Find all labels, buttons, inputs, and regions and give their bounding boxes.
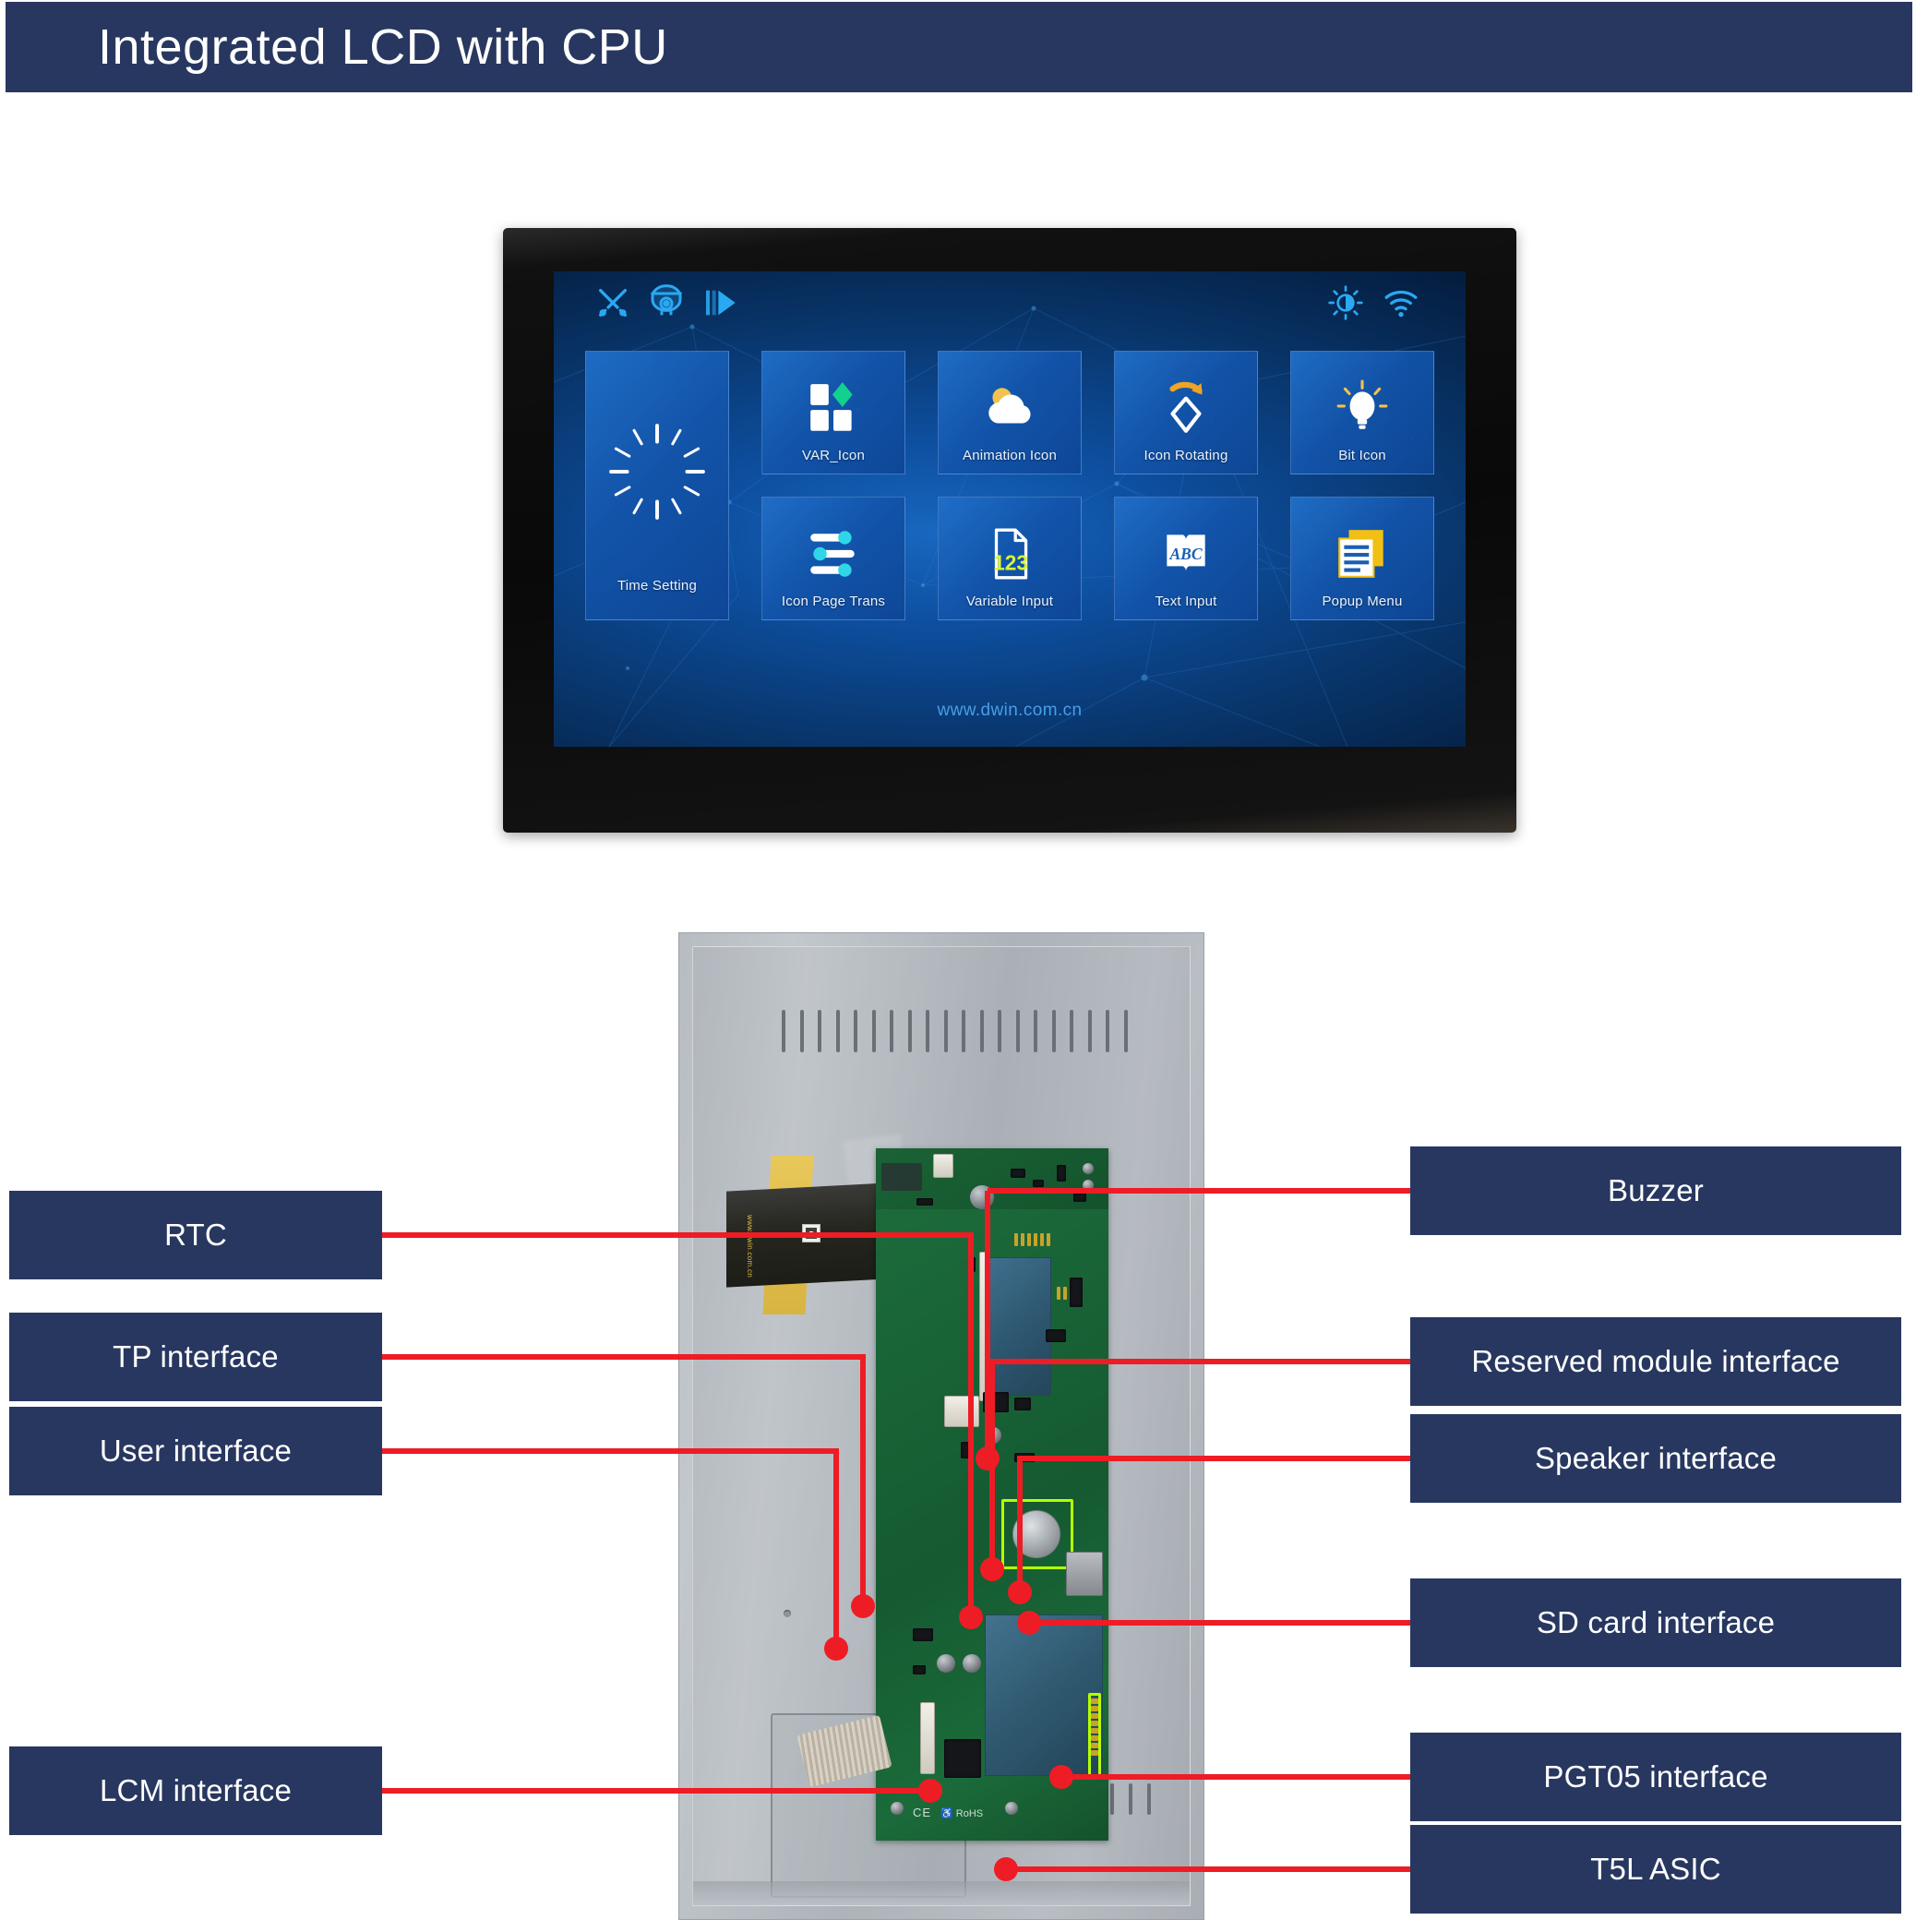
tile-label: Popup Menu: [1322, 594, 1403, 609]
tile-variable-input[interactable]: 123 Variable Input: [938, 497, 1082, 620]
title-banner: Integrated LCD with CPU: [6, 2, 1912, 92]
smd-chip: [1014, 1453, 1035, 1462]
smd-chip: [916, 1198, 933, 1206]
tile-grid: Time Setting VAR_Icon Animation Icon Ico…: [585, 351, 1434, 620]
tile-label: Bit Icon: [1338, 448, 1386, 463]
popup-list-icon: [1334, 525, 1391, 582]
label-sd-card-interface: SD card interface: [1410, 1578, 1901, 1667]
smd-chip: [913, 1665, 926, 1674]
squares-diamond-icon: [805, 379, 862, 437]
test-point: [1083, 1163, 1094, 1174]
panel-bottom-edge: [693, 1881, 1190, 1905]
numeric-page-icon: 123: [981, 525, 1038, 582]
tile-label: Variable Input: [965, 594, 1054, 609]
label-buzzer: Buzzer: [1410, 1146, 1901, 1235]
mounting-screw: [1005, 1802, 1018, 1815]
brightness-icon[interactable]: [1327, 284, 1364, 321]
gold-pads: [1014, 1233, 1050, 1246]
fpc-print-text: www.dwin.com.cn: [746, 1215, 754, 1278]
sliders-icon: [805, 525, 862, 582]
tile-label: Text Input: [1155, 594, 1217, 609]
tile-label: Animation Icon: [962, 448, 1058, 463]
test-point: [1083, 1180, 1094, 1191]
shield-can: [988, 1257, 1051, 1396]
play-next-icon[interactable]: [701, 284, 738, 321]
tile-label: Icon Rotating: [1144, 448, 1228, 463]
label-user-interface: User interface: [9, 1407, 382, 1495]
fpc-qr-code: [802, 1224, 820, 1242]
screw-hole: [784, 1610, 791, 1617]
label-reserved-module-interface: Reserved module interface: [1410, 1317, 1901, 1406]
rotating-diamond-icon: [1157, 379, 1215, 437]
inductor: [970, 1185, 994, 1209]
ventilation-slots: [782, 1010, 1128, 1052]
main-pcb: CE ♿ RoHS: [876, 1148, 1108, 1841]
tile-animation-icon[interactable]: Animation Icon: [938, 351, 1082, 474]
lcd-monitor: Time Setting VAR_Icon Animation Icon Ico…: [503, 228, 1516, 833]
jst-connector: [933, 1154, 953, 1178]
label-rtc: RTC: [9, 1191, 382, 1279]
smd-chip: [1073, 1193, 1086, 1202]
svg-text:ABC: ABC: [1168, 545, 1202, 563]
svg-text:123: 123: [993, 551, 1028, 575]
screen-watermark: www.dwin.com.cn: [937, 701, 1083, 720]
label-tp-interface: TP interface: [9, 1313, 382, 1401]
rtc-highlight-box: [1001, 1499, 1073, 1569]
tile-label: VAR_Icon: [801, 448, 866, 463]
tile-label: Icon Page Trans: [781, 594, 886, 609]
cloud-sun-icon: [981, 379, 1038, 437]
tile-icon-rotating[interactable]: Icon Rotating: [1114, 351, 1258, 474]
page-title: Integrated LCD with CPU: [98, 19, 668, 75]
pcb-pads: [881, 1163, 922, 1191]
sd-card-slot: [1066, 1552, 1103, 1596]
tile-bit-icon[interactable]: Bit Icon: [1290, 351, 1434, 474]
smd-chip: [961, 1442, 972, 1458]
label-lcm-interface: LCM interface: [9, 1746, 382, 1835]
label-pgt05-interface: PGT05 interface: [1410, 1733, 1901, 1821]
lcm-connector: [920, 1702, 935, 1774]
electrolytic-cap: [963, 1654, 981, 1673]
tile-popup-menu[interactable]: Popup Menu: [1290, 497, 1434, 620]
slide-root: Integrated LCD with CPU Time Setting VAR…: [0, 0, 1916, 1932]
smd-chip: [1014, 1398, 1031, 1410]
mounting-screw: [891, 1802, 904, 1815]
t5l-asic-shield: [985, 1614, 1103, 1776]
smd-chip: [913, 1628, 933, 1641]
electrolytic-cap: [937, 1654, 955, 1673]
tile-text-input[interactable]: ABC Text Input: [1114, 497, 1258, 620]
flash-chip: [944, 1739, 981, 1778]
smd-chip: [1070, 1278, 1083, 1307]
smd-chip: [983, 1392, 1009, 1412]
tile-icon-page-trans[interactable]: Icon Page Trans: [761, 497, 905, 620]
tools-icon[interactable]: [594, 284, 631, 321]
screen-status-bar: [554, 271, 1466, 332]
smd-chip: [1033, 1180, 1044, 1187]
smd-chip: [1011, 1169, 1025, 1178]
tile-var-icon[interactable]: VAR_Icon: [761, 351, 905, 474]
user-interface-connector: [944, 1396, 979, 1427]
device-back-panel-photo: www.dwin.com.cn CE ♿ RoHS: [678, 932, 1204, 1920]
clock-icon: [609, 424, 705, 520]
tile-time-setting[interactable]: Time Setting: [585, 351, 729, 620]
backplate: www.dwin.com.cn CE ♿ RoHS: [692, 946, 1191, 1906]
pgt05-pads: [1091, 1698, 1098, 1756]
tile-label: Time Setting: [617, 578, 698, 594]
label-speaker-interface: Speaker interface: [1410, 1414, 1901, 1503]
lightbulb-icon: [1334, 379, 1391, 437]
wifi-icon[interactable]: [1383, 284, 1419, 321]
label-t5l-asic: T5L ASIC: [1410, 1825, 1901, 1914]
electrolytic-cap: [985, 1427, 1001, 1444]
dome-camera-icon[interactable]: [648, 284, 685, 321]
lcd-screen: Time Setting VAR_Icon Animation Icon Ico…: [554, 271, 1466, 747]
speaker-header: [1046, 1329, 1066, 1342]
smd-chip: [968, 1257, 976, 1272]
abc-book-icon: ABC: [1157, 525, 1215, 582]
smd-chip: [1057, 1165, 1066, 1182]
